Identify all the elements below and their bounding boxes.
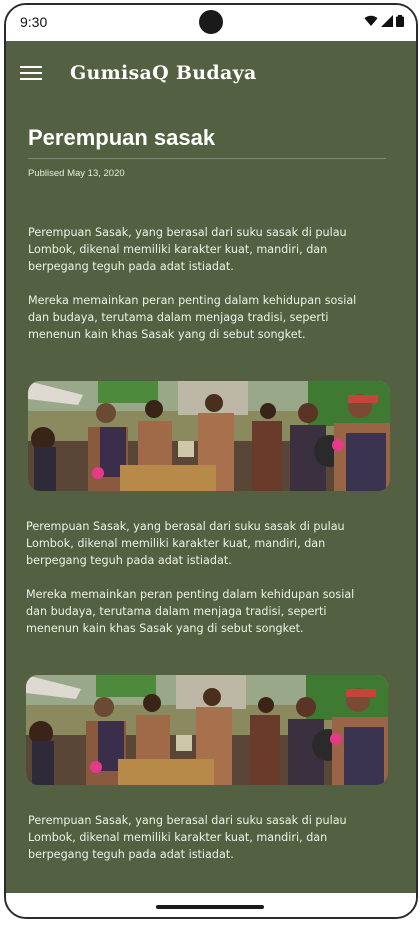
article-photo [26,675,388,785]
app-bar: GumisaQ Budaya [6,41,416,111]
navigation-bar [6,895,416,917]
phone-frame: 9:30 GumisaQ Budaya Perempuan sasak Publ… [4,3,418,919]
cellular-icon [381,15,393,27]
app-screen: GumisaQ Budaya Perempuan sasak Publised … [6,41,416,893]
title-divider [28,158,386,159]
status-bar: 9:30 [6,5,416,41]
article-paragraph: Perempuan Sasak, yang berasal dari suku … [28,814,347,861]
status-time: 9:30 [20,14,48,30]
app-title: GumisaQ Budaya [70,62,257,84]
article-paragraph: Mereka memainkan peran penting dalam keh… [26,588,355,635]
home-indicator[interactable] [156,905,264,909]
article-photo [28,381,390,491]
status-icons [364,15,404,27]
battery-icon [396,15,404,27]
hamburger-menu-icon[interactable] [20,66,42,82]
published-date: Publised May 13, 2020 [28,168,125,179]
wifi-icon [364,15,378,26]
article-title: Perempuan sasak [28,125,216,150]
article-paragraph: Perempuan Sasak, yang berasal dari suku … [28,226,347,273]
article-paragraph: Perempuan Sasak, yang berasal dari suku … [26,520,345,567]
article-paragraph: Mereka memainkan peran penting dalam keh… [28,294,357,341]
front-camera [199,10,223,34]
